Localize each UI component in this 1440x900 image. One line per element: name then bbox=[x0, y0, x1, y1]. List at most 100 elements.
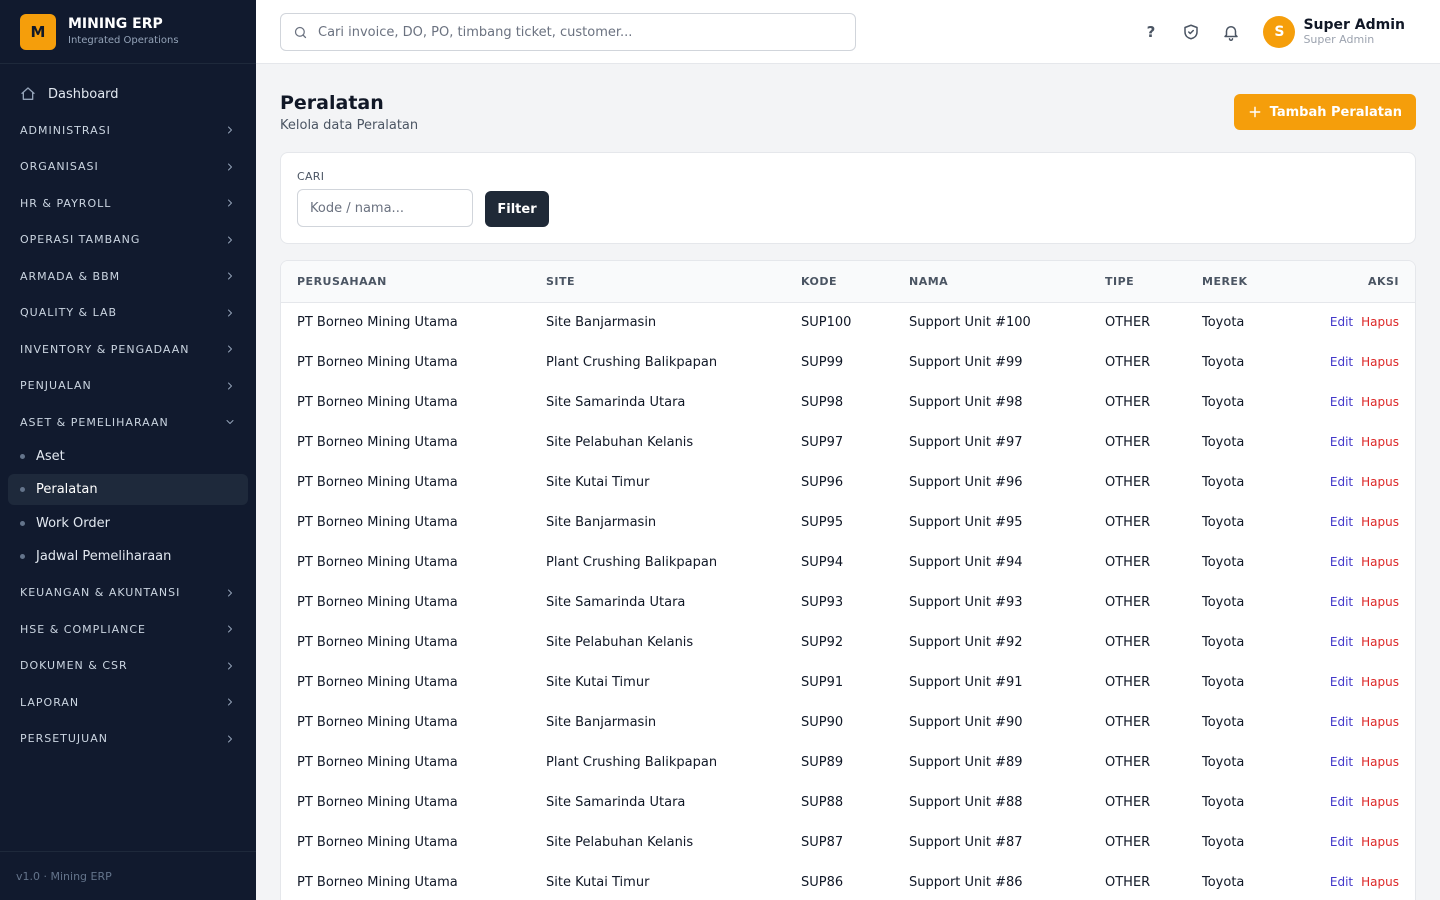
sidebar-section[interactable]: QUALITY & LAB bbox=[0, 295, 256, 332]
table-cell: Site Banjarmasin bbox=[546, 514, 657, 530]
table-cell: OTHER bbox=[1105, 314, 1151, 330]
table-cell: PT Borneo Mining Utama bbox=[297, 754, 458, 770]
delete-link[interactable]: Hapus bbox=[1361, 315, 1399, 329]
sidebar-section[interactable]: HR & PAYROLL bbox=[0, 185, 256, 222]
notifications-button[interactable] bbox=[1219, 20, 1243, 44]
delete-link[interactable]: Hapus bbox=[1361, 635, 1399, 649]
sidebar-section[interactable]: ORGANISASI bbox=[0, 149, 256, 186]
edit-link[interactable]: Edit bbox=[1330, 835, 1353, 849]
delete-link[interactable]: Hapus bbox=[1361, 555, 1399, 569]
row-actions: Edit Hapus bbox=[1293, 382, 1415, 422]
delete-link[interactable]: Hapus bbox=[1361, 835, 1399, 849]
sidebar-section-label: PENJUALAN bbox=[20, 379, 92, 393]
table-row: PT Borneo Mining Utama Site Samarinda Uta… bbox=[281, 782, 1415, 822]
sidebar-section-label: KEUANGAN & AKUNTANSI bbox=[20, 586, 181, 600]
edit-link[interactable]: Edit bbox=[1330, 515, 1353, 529]
edit-link[interactable]: Edit bbox=[1330, 675, 1353, 689]
table-cell: Toyota bbox=[1202, 354, 1245, 370]
delete-link[interactable]: Hapus bbox=[1361, 475, 1399, 489]
plus-icon bbox=[1249, 106, 1261, 118]
add-equipment-button[interactable]: Tambah Peralatan bbox=[1233, 94, 1416, 130]
sidebar-section-label: PERSETUJUAN bbox=[20, 732, 108, 746]
sidebar-section[interactable]: ADMINISTRASI bbox=[0, 112, 256, 149]
sidebar-section-label: ORGANISASI bbox=[20, 160, 99, 174]
sidebar-section-label: LAPORAN bbox=[20, 695, 80, 709]
table-row: PT Borneo Mining Utama Site Samarinda Uta… bbox=[281, 582, 1415, 622]
sidebar-subitem[interactable]: Jadwal Pemeliharaan bbox=[8, 541, 248, 572]
sidebar-section-expanded[interactable]: ASET & PEMELIHARAAN bbox=[0, 404, 256, 441]
edit-link[interactable]: Edit bbox=[1330, 555, 1353, 569]
edit-link[interactable]: Edit bbox=[1330, 475, 1353, 489]
table-cell: Toyota bbox=[1202, 674, 1245, 690]
equipment-table-card: PERUSAHAAN SITE KODE NAMA TIPE MEREK AKSI PT B… bbox=[280, 260, 1416, 900]
delete-link[interactable]: Hapus bbox=[1361, 875, 1399, 889]
sidebar-section[interactable]: INVENTORY & PENGADAAN bbox=[0, 331, 256, 368]
column-header: TIPE bbox=[1105, 274, 1135, 288]
edit-link[interactable]: Edit bbox=[1330, 595, 1353, 609]
edit-link[interactable]: Edit bbox=[1330, 715, 1353, 729]
delete-link[interactable]: Hapus bbox=[1361, 595, 1399, 609]
row-actions: Edit Hapus bbox=[1293, 502, 1415, 542]
brand-text: MINING ERP Integrated Operations bbox=[68, 15, 179, 48]
table-cell: OTHER bbox=[1105, 394, 1151, 410]
edit-link[interactable]: Edit bbox=[1330, 635, 1353, 649]
delete-link[interactable]: Hapus bbox=[1361, 395, 1399, 409]
table-cell: Support Unit #100 bbox=[909, 314, 1031, 330]
global-search[interactable] bbox=[280, 13, 856, 51]
user-menu[interactable]: S Super Admin Super Admin bbox=[1263, 16, 1405, 48]
search-input[interactable] bbox=[318, 24, 818, 40]
filter-search-input[interactable] bbox=[297, 189, 473, 227]
sidebar-section-label: OPERASI TAMBANG bbox=[20, 233, 141, 247]
delete-link[interactable]: Hapus bbox=[1361, 715, 1399, 729]
table-row: PT Borneo Mining Utama Site Pelabuhan Kel… bbox=[281, 422, 1415, 462]
sidebar-subitem[interactable]: Aset bbox=[8, 441, 248, 472]
delete-link[interactable]: Hapus bbox=[1361, 435, 1399, 449]
table-row: PT Borneo Mining Utama Site Kutai Timur SU… bbox=[281, 862, 1415, 900]
table-cell: OTHER bbox=[1105, 594, 1151, 610]
topbar-actions: ? S Super Admin Super Admin bbox=[1139, 0, 1440, 64]
sidebar-item-dashboard[interactable]: Dashboard bbox=[8, 76, 248, 112]
security-button[interactable] bbox=[1179, 20, 1203, 44]
row-actions: Edit Hapus bbox=[1293, 462, 1415, 502]
table-cell: Support Unit #89 bbox=[909, 754, 1023, 770]
sidebar-subitem[interactable]: Peralatan bbox=[8, 474, 248, 505]
add-button-label: Tambah Peralatan bbox=[1269, 104, 1402, 120]
bell-icon bbox=[1224, 26, 1239, 41]
delete-link[interactable]: Hapus bbox=[1361, 355, 1399, 369]
table-cell: Toyota bbox=[1202, 474, 1245, 490]
row-actions: Edit Hapus bbox=[1293, 342, 1415, 382]
sidebar-section[interactable]: DOKUMEN & CSR bbox=[0, 648, 256, 685]
sidebar-section[interactable]: ARMADA & BBM bbox=[0, 258, 256, 295]
brand[interactable]: M MINING ERP Integrated Operations bbox=[0, 0, 256, 64]
table-cell: Toyota bbox=[1202, 554, 1245, 570]
filter-button[interactable]: Filter bbox=[485, 191, 549, 227]
equipment-table: PERUSAHAAN SITE KODE NAMA TIPE MEREK AKSI PT B… bbox=[281, 261, 1415, 900]
table-cell: Support Unit #96 bbox=[909, 474, 1023, 490]
edit-link[interactable]: Edit bbox=[1330, 755, 1353, 769]
table-cell: Toyota bbox=[1202, 634, 1245, 650]
delete-link[interactable]: Hapus bbox=[1361, 675, 1399, 689]
table-cell: SUP95 bbox=[801, 514, 844, 530]
sidebar-section-label: HSE & COMPLIANCE bbox=[20, 622, 146, 636]
table-row: PT Borneo Mining Utama Site Pelabuhan Kel… bbox=[281, 822, 1415, 862]
sidebar-section-label: INVENTORY & PENGADAAN bbox=[20, 342, 190, 356]
delete-link[interactable]: Hapus bbox=[1361, 795, 1399, 809]
sidebar-section[interactable]: OPERASI TAMBANG bbox=[0, 222, 256, 259]
edit-link[interactable]: Edit bbox=[1330, 315, 1353, 329]
help-button[interactable]: ? bbox=[1139, 20, 1163, 44]
edit-link[interactable]: Edit bbox=[1330, 395, 1353, 409]
edit-link[interactable]: Edit bbox=[1330, 355, 1353, 369]
sidebar-section[interactable]: LAPORAN bbox=[0, 684, 256, 721]
table-cell: Toyota bbox=[1202, 874, 1245, 890]
delete-link[interactable]: Hapus bbox=[1361, 515, 1399, 529]
sidebar-section[interactable]: PENJUALAN bbox=[0, 368, 256, 405]
sidebar-section[interactable]: KEUANGAN & AKUNTANSI bbox=[0, 575, 256, 612]
sidebar-section[interactable]: PERSETUJUAN bbox=[0, 721, 256, 758]
sidebar-subitem[interactable]: Work Order bbox=[8, 508, 248, 539]
table-row: PT Borneo Mining Utama Plant Crushing Bal… bbox=[281, 742, 1415, 782]
edit-link[interactable]: Edit bbox=[1330, 875, 1353, 889]
edit-link[interactable]: Edit bbox=[1330, 795, 1353, 809]
delete-link[interactable]: Hapus bbox=[1361, 755, 1399, 769]
sidebar-section[interactable]: HSE & COMPLIANCE bbox=[0, 611, 256, 648]
edit-link[interactable]: Edit bbox=[1330, 435, 1353, 449]
